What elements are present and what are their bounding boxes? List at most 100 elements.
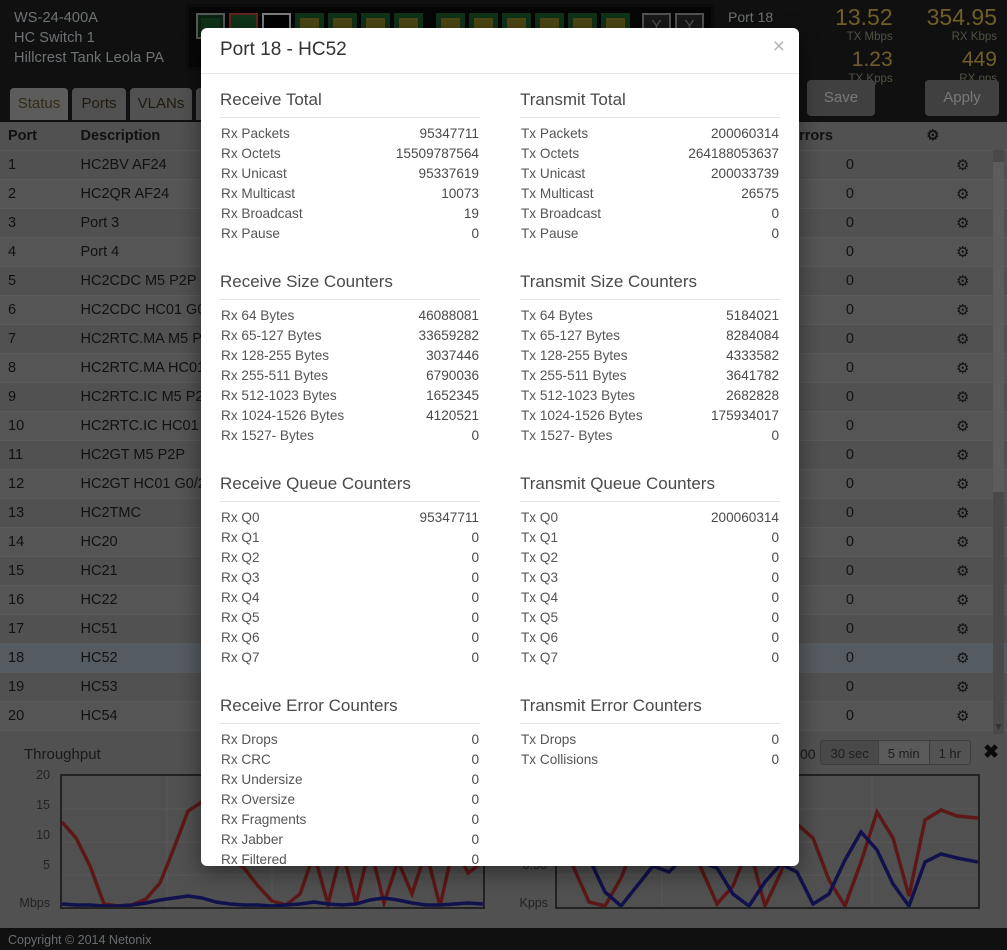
cell-errors: 0: [781, 150, 919, 180]
throughput-chart-title: Throughput: [24, 746, 101, 763]
stat-value: 0: [471, 812, 479, 827]
stat-value: 95347711: [419, 126, 479, 141]
stat-value: 0: [471, 752, 479, 767]
save-button[interactable]: Save: [807, 80, 875, 116]
cell-errors: 0: [781, 266, 919, 296]
stat-row: Rx 64 Bytes 46088081: [220, 306, 480, 326]
stats-section: Transmit Queue Counters Tx Q0 200060314 Tx …: [520, 464, 780, 668]
stat-label: Tx 1527- Bytes: [521, 428, 613, 443]
header-stats: 13.52 TX Mbps 1.23 TX Kpps 354.95 RX Kbp…: [835, 4, 997, 86]
stat-value: 0: [471, 550, 479, 565]
stat-value: 0: [471, 650, 479, 665]
stat-value: 200060314: [710, 510, 779, 525]
stat-value: 95337619: [418, 166, 479, 181]
modal-body: Receive Total Rx Packets 95347711 Rx Octets…: [201, 74, 799, 866]
stat-value: 264188053637: [688, 146, 779, 161]
stat-value: 0: [771, 590, 779, 605]
stats-section: Transmit Total Tx Packets 200060314 Tx Octe…: [520, 88, 780, 244]
stat-value: 0: [471, 832, 479, 847]
stat-label: Tx Q1: [521, 530, 559, 545]
stat-row: Rx 1024-1526 Bytes 4120521: [220, 406, 480, 426]
apply-button[interactable]: Apply: [925, 80, 999, 116]
stat-row: Rx 65-127 Bytes 33659282: [220, 326, 480, 346]
device-name: HC Switch 1: [14, 30, 95, 46]
stat-value: 19: [463, 206, 479, 221]
stat-value: 4333582: [726, 348, 779, 363]
range-30sec[interactable]: 30 sec: [821, 741, 879, 764]
stat-label: Tx Q6: [521, 630, 559, 645]
stat-row: Rx 255-511 Bytes 6790036: [220, 366, 480, 386]
cell-port: 1: [0, 150, 73, 180]
stat-label: Rx 1527- Bytes: [221, 428, 314, 443]
cell-errors: 0: [781, 498, 919, 528]
stat-label: Rx Q7: [221, 650, 260, 665]
tab-vlans[interactable]: VLANs: [130, 88, 192, 120]
stat-label: Rx Octets: [221, 146, 281, 161]
stat-label: Rx Multicast: [221, 186, 296, 201]
stat-label: Rx Packets: [221, 126, 290, 141]
scrollbar-thumb[interactable]: [993, 162, 1004, 492]
modal-transmit-column: Transmit Total Tx Packets 200060314 Tx Octe…: [520, 88, 780, 866]
range-5min[interactable]: 5 min: [878, 741, 930, 764]
stat-row: Rx Drops 0: [220, 730, 480, 750]
stat-value: 0: [471, 610, 479, 625]
cell-errors: 0: [781, 556, 919, 586]
stat-value: 46088081: [418, 308, 479, 323]
stat-label: Tx Q4: [521, 590, 559, 605]
copyright-text: Copyright © 2014 Netonix: [8, 933, 152, 947]
scrollbar-down-arrow-icon[interactable]: ▼: [993, 722, 1004, 734]
tx-mbps-value: 13.52: [835, 4, 893, 30]
stat-row: Rx Q3 0: [220, 568, 480, 588]
stat-value: 0: [471, 226, 479, 241]
stat-label: Rx Oversize: [221, 792, 296, 807]
modal-close-icon[interactable]: ×: [773, 34, 785, 60]
tx-stats: 13.52 TX Mbps 1.23 TX Kpps: [835, 4, 893, 86]
stat-row: Tx 512-1023 Bytes 2682828: [520, 386, 780, 406]
section-heading: Receive Error Counters: [220, 686, 480, 724]
cell-errors: 0: [781, 643, 919, 673]
close-charts-icon[interactable]: ✖: [983, 740, 999, 765]
stat-row: Tx 1024-1526 Bytes 175934017: [520, 406, 780, 426]
tab-status[interactable]: Status: [10, 88, 68, 120]
stat-row: Rx Pause 0: [220, 224, 480, 244]
stat-label: Rx 64 Bytes: [221, 308, 295, 323]
cell-port: 19: [0, 672, 73, 702]
stat-row: Tx Q0 200060314: [520, 508, 780, 528]
stat-label: Rx Fragments: [221, 812, 307, 827]
stat-label: Tx 1024-1526 Bytes: [521, 408, 643, 423]
tab-ports[interactable]: Ports: [72, 88, 126, 120]
rx-stats: 354.95 RX Kbps 449 RX pps: [927, 4, 997, 86]
stat-row: Tx Broadcast 0: [520, 204, 780, 224]
range-1hr[interactable]: 1 hr: [929, 741, 970, 764]
stat-value: 0: [471, 732, 479, 747]
cell-errors: 0: [781, 672, 919, 702]
stat-label: Rx Pause: [221, 226, 280, 241]
col-header-settings-gear-icon[interactable]: ⚙: [918, 122, 1007, 151]
stat-row: Rx Unicast 95337619: [220, 164, 480, 184]
stat-label: Tx Collisions: [521, 752, 599, 767]
tx-kpps-value: 1.23: [851, 48, 893, 71]
stat-value: 10073: [441, 186, 479, 201]
col-header-port[interactable]: Port: [0, 122, 73, 151]
stat-label: Tx 128-255 Bytes: [521, 348, 628, 363]
col-header-errors[interactable]: Errors: [781, 122, 919, 151]
stats-section: Receive Total Rx Packets 95347711 Rx Octets…: [220, 88, 480, 244]
device-info: WS-24-400A HC Switch 1 Hillcrest Tank Le…: [14, 8, 164, 68]
cell-port: 3: [0, 208, 73, 238]
cell-errors: 0: [781, 411, 919, 441]
throughput-ytick-5: 5: [43, 858, 50, 872]
throughput-ytick-20: 20: [36, 768, 50, 782]
stat-row: Tx Unicast 200033739: [520, 164, 780, 184]
stat-row: Rx Packets 95347711: [220, 124, 480, 144]
stat-label: Rx Q3: [221, 570, 260, 585]
stat-row: Rx 1527- Bytes 0: [220, 426, 480, 446]
stat-row: Rx 512-1023 Bytes 1652345: [220, 386, 480, 406]
stats-section: Receive Error Counters Rx Drops 0 Rx CRC 0 Rx…: [220, 686, 480, 866]
stat-label: Tx Q0: [521, 510, 559, 525]
stat-label: Rx Filtered: [221, 852, 287, 866]
stat-row: Tx Packets 200060314: [520, 124, 780, 144]
section-heading: Transmit Error Counters: [520, 686, 780, 724]
stat-label: Tx Unicast: [521, 166, 586, 181]
stat-value: 0: [471, 428, 479, 443]
cell-port: 9: [0, 382, 73, 412]
